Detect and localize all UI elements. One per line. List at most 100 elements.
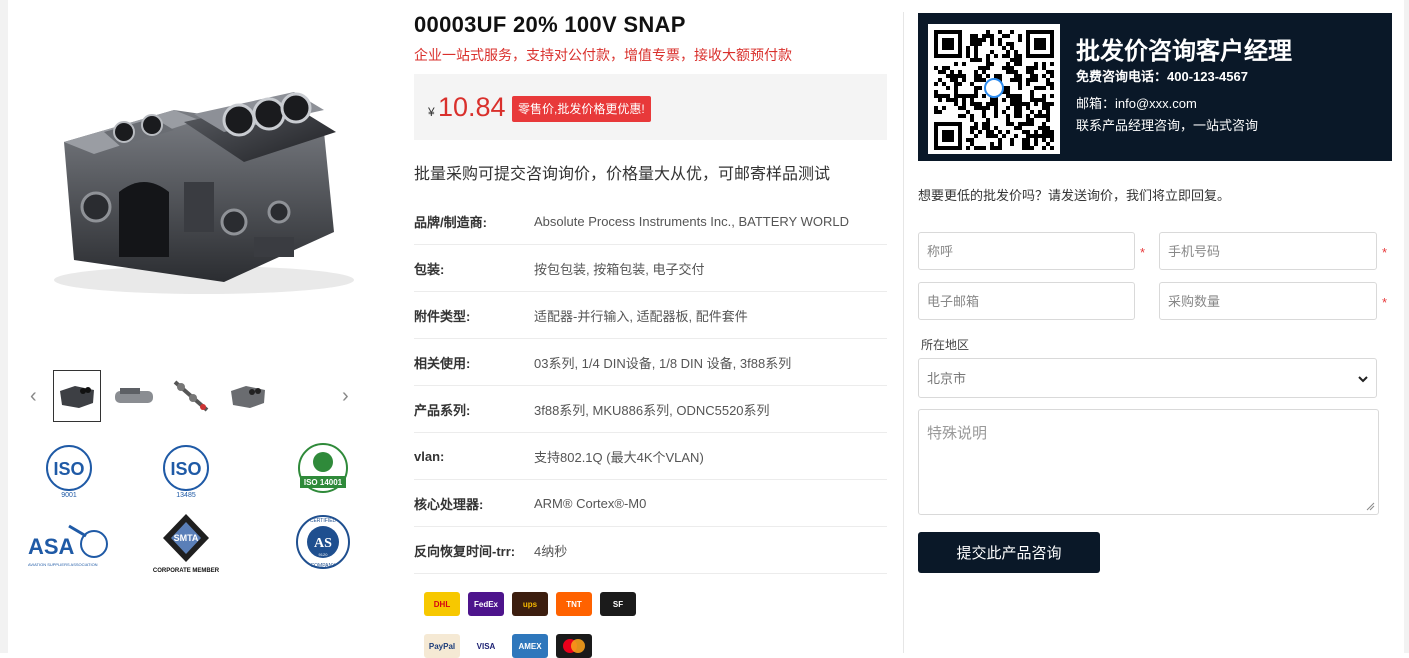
- as9120-bottom-text: COMPANY: [311, 563, 337, 569]
- contact-email: 邮箱：info@xxx.com: [1076, 96, 1197, 111]
- spec-row: 核心处理器: ARM® Cortex®-M0: [414, 480, 887, 527]
- thumbnail-1[interactable]: [53, 370, 101, 422]
- spec-value: 支持802.1Q (最大4K个VLAN): [534, 449, 704, 465]
- email-input[interactable]: 电子邮箱: [918, 282, 1135, 320]
- spec-label: 产品系列:: [414, 402, 471, 418]
- shipping-carrier-icons: DHL FedEx ups TNT SF: [424, 592, 636, 616]
- page-right-margin: [1404, 0, 1409, 653]
- spec-row: 附件类型: 适配器-并行输入, 适配器板, 配件套件: [414, 292, 887, 339]
- price-badge: 零售价,批发价格更优惠!: [512, 96, 651, 122]
- smta-sub-text: CORPORATE MEMBER: [153, 568, 220, 574]
- as9120-logo: AS 9120 CERTIFIED COMPANY: [278, 512, 368, 574]
- column-divider: [903, 12, 904, 653]
- spec-label: vlan:: [414, 448, 445, 464]
- notes-textarea[interactable]: 特殊说明: [918, 409, 1379, 515]
- crankshaft-thumb-icon: [173, 380, 209, 412]
- thumbnail-next-arrow-icon[interactable]: ›: [342, 384, 349, 408]
- iso-9001-main-text: ISO: [53, 459, 84, 479]
- spec-value: Absolute Process Instruments Inc., BATTE…: [534, 213, 849, 229]
- region-select-value: 北京市: [927, 371, 967, 386]
- iso-9001-sub-text: 9001: [61, 492, 77, 499]
- iso-13485-main-text: ISO: [170, 459, 201, 479]
- iso-9001-logo: ISO 9001: [24, 440, 114, 502]
- dhl-shipping-icon: DHL: [424, 592, 460, 616]
- mastercard-payment-icon: [556, 634, 592, 658]
- phone-input[interactable]: 手机号码: [1159, 232, 1377, 270]
- spec-row: 相关使用: 03系列, 1/4 DIN设备, 1/8 DIN 设备, 3f88系列: [414, 339, 887, 386]
- spec-label: 包装:: [414, 261, 445, 277]
- spec-value: ARM® Cortex®-M0: [534, 495, 647, 511]
- quantity-required-mark: *: [1382, 295, 1388, 310]
- as9120-top-text: CERTIFIED: [310, 518, 337, 524]
- iso-13485-logo: ISO 13485: [141, 440, 231, 502]
- contact-banner: 批发价咨询客户经理 免费咨询电话：400-123-4567 邮箱：info@xx…: [918, 13, 1392, 161]
- name-required-mark: *: [1140, 245, 1146, 260]
- spec-value: 适配器-并行输入, 适配器板, 配件套件: [534, 308, 748, 324]
- spec-value: 按包包装, 按箱包装, 电子交付: [534, 261, 705, 277]
- inquiry-prompt: 想要更低的批发价吗？请发送询价，我们将立即回复。: [918, 188, 1231, 203]
- smta-logo: SMTA CORPORATE MEMBER: [141, 512, 231, 574]
- payment-method-icons: PayPal VISA AMEX: [424, 634, 592, 658]
- contact-phone: 免费咨询电话：400-123-4567: [1076, 69, 1248, 84]
- spec-value: 03系列, 1/4 DIN设备, 1/8 DIN 设备, 3f88系列: [534, 355, 792, 371]
- quantity-input[interactable]: 采购数量: [1159, 282, 1377, 320]
- engine-block-thumb-icon: [231, 386, 265, 408]
- spec-label: 反向恢复时间-trr:: [414, 543, 516, 559]
- asa-sub-text: AVIATION SUPPLIERS ASSOCIATION: [28, 562, 98, 567]
- product-subtitle: 企业一站式服务，支持对公付款，增值专票，接收大额预付款: [414, 47, 792, 63]
- spec-value: 3f88系列, MKU886系列, ODNC5520系列: [534, 402, 770, 418]
- iso-14001-logo: ISO 14001: [278, 440, 368, 502]
- engine-block-image: [54, 92, 354, 294]
- spec-value: 4纳秒: [534, 543, 568, 559]
- phone-required-mark: *: [1382, 245, 1388, 260]
- contact-title: 批发价咨询客户经理: [1076, 38, 1292, 65]
- spec-row: vlan: 支持802.1Q (最大4K个VLAN): [414, 433, 887, 480]
- transmission-thumb-icon: [115, 388, 153, 403]
- ups-shipping-icon: ups: [512, 592, 548, 616]
- contact-note: 联系产品经理咨询，一站式咨询: [1076, 118, 1259, 133]
- spec-label: 核心处理器:: [414, 496, 484, 512]
- spec-row: 品牌/制造商: Absolute Process Instruments Inc.…: [414, 198, 887, 245]
- engine-block-thumb-icon: [60, 386, 94, 408]
- spec-table: 品牌/制造商: Absolute Process Instruments Inc.…: [414, 198, 887, 574]
- price-value: 10.84: [438, 92, 506, 122]
- spec-label: 相关使用:: [414, 355, 471, 371]
- thumbnail-prev-arrow-icon[interactable]: ‹: [30, 384, 37, 408]
- asa-main-text: ASA: [28, 534, 75, 559]
- price-box: ¥ 10.84 零售价,批发价格更优惠!: [414, 74, 887, 140]
- resize-handle-icon[interactable]: [1365, 501, 1375, 511]
- certification-logos: ISO 9001 ISO 13485 ISO 14001 ASA AVIATIO…: [24, 440, 370, 580]
- as9120-code-text: 9120: [319, 552, 329, 557]
- product-main-image[interactable]: [24, 22, 360, 338]
- page-left-margin: [0, 0, 8, 653]
- spec-label: 品牌/制造商:: [414, 214, 487, 230]
- spec-row: 反向恢复时间-trr: 4纳秒: [414, 527, 887, 574]
- visa-payment-icon: VISA: [468, 634, 504, 658]
- paypal-payment-icon: PayPal: [424, 634, 460, 658]
- qr-code-icon: [928, 24, 1060, 154]
- spec-row: 产品系列: 3f88系列, MKU886系列, ODNC5520系列: [414, 386, 887, 433]
- product-description: 批量采购可提交咨询询价，价格量大从优，可邮寄样品测试: [414, 166, 831, 183]
- asa-logo: ASA AVIATION SUPPLIERS ASSOCIATION: [24, 512, 114, 574]
- fedex-shipping-icon: FedEx: [468, 592, 504, 616]
- chevron-down-icon: [1358, 359, 1368, 399]
- sf-shipping-icon: SF: [600, 592, 636, 616]
- thumbnail-2[interactable]: [110, 370, 158, 422]
- amex-payment-icon: AMEX: [512, 634, 548, 658]
- product-title: 00003UF 20% 100V SNAP: [414, 12, 686, 37]
- region-select[interactable]: 北京市: [918, 358, 1377, 398]
- submit-inquiry-button[interactable]: 提交此产品咨询: [918, 532, 1100, 573]
- thumbnail-strip: ‹ ›: [24, 366, 364, 426]
- iso-13485-sub-text: 13485: [176, 492, 196, 499]
- tnt-shipping-icon: TNT: [556, 592, 592, 616]
- notes-placeholder: 特殊说明: [927, 425, 988, 442]
- region-label: 所在地区: [921, 338, 970, 352]
- currency-symbol: ¥: [428, 105, 435, 119]
- thumbnail-3[interactable]: [167, 370, 215, 422]
- spec-row: 包装: 按包包装, 按箱包装, 电子交付: [414, 245, 887, 292]
- iso-14001-main-text: ISO 14001: [304, 478, 343, 487]
- thumbnail-4[interactable]: [224, 370, 272, 422]
- name-input[interactable]: 称呼: [918, 232, 1135, 270]
- as9120-main-text: AS: [314, 536, 332, 551]
- spec-label: 附件类型:: [414, 308, 471, 324]
